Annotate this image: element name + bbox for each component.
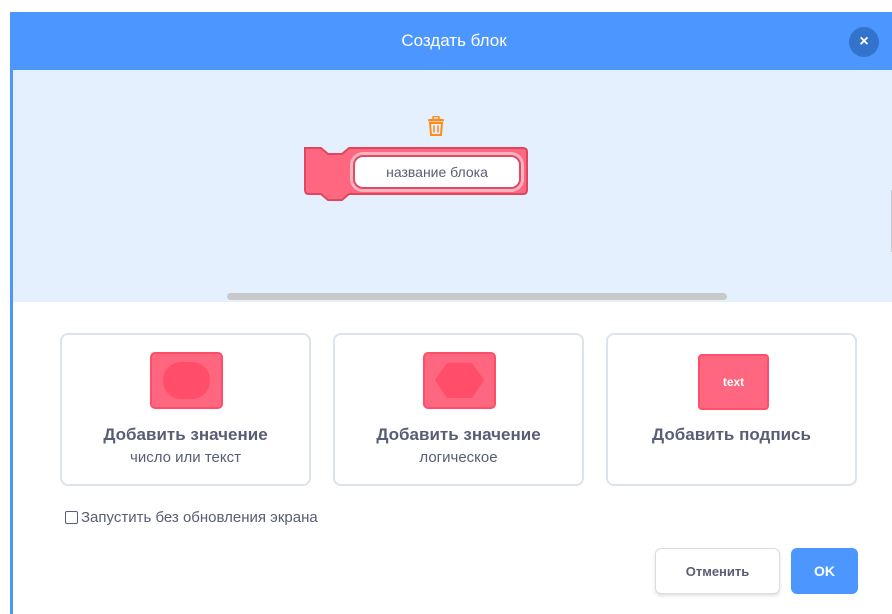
cancel-button[interactable]: Отменить xyxy=(655,548,780,594)
option-subtitle: логическое xyxy=(419,449,498,466)
option-title: Добавить значение xyxy=(103,425,268,444)
close-button[interactable]: × xyxy=(849,27,879,57)
boolean-input-icon xyxy=(423,352,496,409)
ok-button[interactable]: OK xyxy=(791,548,858,594)
dialog-header: Создать блок × xyxy=(13,12,892,70)
close-icon: × xyxy=(859,33,869,50)
dialog-title: Создать блок xyxy=(401,31,507,50)
label-icon: text xyxy=(698,354,769,410)
block-preview-area xyxy=(13,70,892,302)
horizontal-scrollbar[interactable] xyxy=(227,293,727,300)
run-without-refresh-checkbox[interactable]: Запустить без обновления экрана xyxy=(65,509,318,526)
add-input-number-text-button[interactable]: Добавить значение число или текст xyxy=(60,333,311,486)
create-block-dialog: Создать блок × Добавить значение число и… xyxy=(10,12,892,614)
add-input-boolean-button[interactable]: Добавить значение логическое xyxy=(333,333,584,486)
option-title: Добавить подпись xyxy=(652,425,811,444)
trash-icon[interactable] xyxy=(427,116,445,136)
add-label-button[interactable]: text Добавить подпись xyxy=(606,333,857,486)
rounded-input-icon xyxy=(150,352,223,409)
checkbox-box[interactable] xyxy=(65,511,78,524)
label-icon-text: text xyxy=(722,375,745,389)
block-name-input[interactable] xyxy=(353,155,521,189)
option-subtitle: число или текст xyxy=(130,449,241,466)
checkbox-label: Запустить без обновления экрана xyxy=(81,509,318,526)
option-title: Добавить значение xyxy=(376,425,541,444)
